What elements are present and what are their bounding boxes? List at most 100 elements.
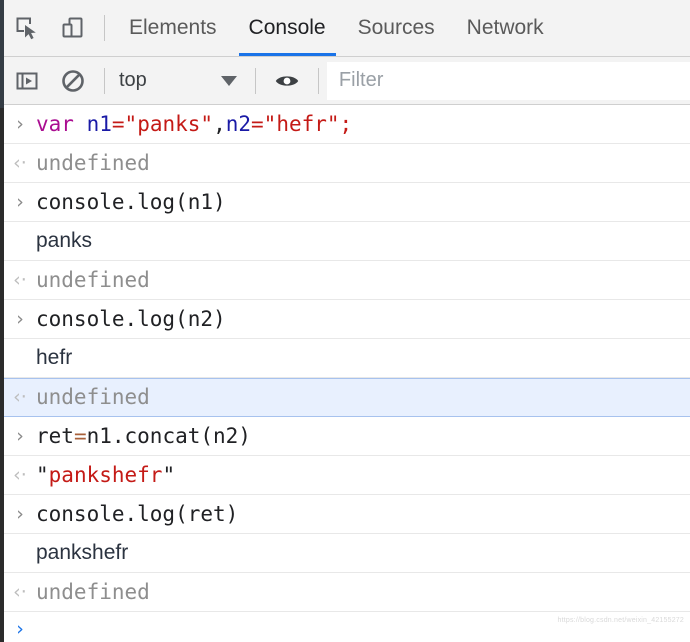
message-text: console.log(n2) bbox=[36, 306, 234, 332]
message-text: panks bbox=[36, 228, 100, 254]
watermark: https://blog.csdn.net/weixin_42155272 bbox=[557, 617, 684, 624]
message-token: undefined bbox=[36, 267, 150, 292]
input-marker-icon: › bbox=[16, 307, 24, 330]
message-text: hefr bbox=[36, 345, 80, 371]
tabbar-divider bbox=[104, 15, 105, 41]
message-text: pankshefr bbox=[36, 540, 136, 566]
console-message-row[interactable]: ‹· undefined bbox=[0, 144, 690, 183]
console-message-row[interactable]: ‹· undefined bbox=[0, 261, 690, 300]
message-token: hefr bbox=[36, 345, 73, 369]
console-message-row[interactable]: pankshefr bbox=[0, 534, 690, 573]
console-messages-container: › var n1="panks",n2="hefr"; ‹· undefined › co… bbox=[0, 105, 690, 612]
message-token: n2 bbox=[225, 111, 252, 136]
message-gutter: › bbox=[4, 307, 36, 330]
inspect-element-button[interactable] bbox=[4, 5, 50, 51]
message-gutter: › bbox=[4, 424, 36, 447]
console-message-row[interactable]: › console.log(ret) bbox=[0, 495, 690, 534]
message-token: = bbox=[73, 423, 87, 448]
message-token: pankshefr bbox=[48, 462, 163, 487]
output-marker-icon: ‹· bbox=[13, 463, 27, 486]
tab-sources[interactable]: Sources bbox=[342, 0, 451, 56]
message-text: undefined bbox=[36, 384, 158, 410]
console-message-row[interactable]: › console.log(n1) bbox=[0, 183, 690, 222]
message-text: var n1="panks",n2="hefr"; bbox=[36, 111, 360, 137]
input-marker-icon: › bbox=[16, 112, 24, 135]
filter-input[interactable] bbox=[326, 61, 690, 100]
message-token: = bbox=[111, 111, 125, 136]
message-text: console.log(n1) bbox=[36, 189, 234, 215]
message-token: console.log(n1) bbox=[36, 189, 226, 214]
toolbar-divider-2 bbox=[254, 67, 256, 94]
execution-context-selector[interactable]: top bbox=[113, 64, 247, 98]
message-token: " bbox=[162, 462, 176, 487]
message-token bbox=[74, 112, 87, 136]
message-token: ; bbox=[339, 111, 353, 136]
output-marker-icon: ‹· bbox=[13, 580, 27, 603]
tab-console[interactable]: Console bbox=[233, 0, 342, 56]
console-message-list[interactable]: › var n1="panks",n2="hefr"; ‹· undefined › co… bbox=[0, 105, 690, 642]
execution-context-label: top bbox=[119, 69, 147, 91]
message-gutter: › bbox=[4, 192, 36, 212]
toolbar-divider-1 bbox=[104, 67, 105, 94]
console-message-row[interactable]: › ret=n1.concat(n2) bbox=[0, 417, 690, 456]
message-gutter: ‹· bbox=[4, 151, 36, 174]
message-token: undefined bbox=[36, 150, 150, 175]
message-token: " bbox=[36, 462, 49, 487]
console-prompt-row[interactable]: › bbox=[0, 612, 690, 638]
toggle-device-toolbar-button[interactable] bbox=[50, 5, 96, 51]
message-gutter: › bbox=[4, 112, 36, 135]
output-marker-icon: ‹· bbox=[13, 268, 27, 291]
clear-console-button[interactable] bbox=[50, 58, 96, 104]
clear-console-icon bbox=[60, 68, 86, 94]
message-token: console.log(n2) bbox=[36, 306, 226, 331]
message-text: "pankshefr" bbox=[36, 462, 183, 488]
chevron-down-icon bbox=[220, 75, 237, 86]
console-message-row[interactable]: › var n1="panks",n2="hefr"; bbox=[0, 105, 690, 144]
message-gutter: › bbox=[4, 502, 36, 525]
input-marker-icon: › bbox=[16, 424, 24, 447]
tab-network[interactable]: Network bbox=[451, 0, 560, 56]
input-marker-icon: › bbox=[16, 502, 24, 525]
toolbar-divider-3 bbox=[317, 67, 319, 94]
message-token: = bbox=[251, 111, 264, 136]
message-token: , bbox=[213, 111, 226, 136]
message-text: undefined bbox=[36, 267, 158, 293]
console-message-row[interactable]: ‹· undefined bbox=[0, 573, 690, 612]
message-text: console.log(ret) bbox=[36, 501, 246, 527]
message-token: n1 bbox=[86, 111, 112, 136]
console-sidebar-toggle-button[interactable] bbox=[4, 58, 50, 104]
console-message-row[interactable]: ‹· undefined bbox=[0, 378, 690, 417]
tab-elements[interactable]: Elements bbox=[113, 0, 233, 56]
message-gutter: ‹· bbox=[4, 463, 36, 486]
console-message-row[interactable]: hefr bbox=[0, 339, 690, 378]
message-token: console.log(ret) bbox=[36, 501, 239, 526]
message-text: ret=n1.concat(n2) bbox=[36, 423, 259, 449]
console-message-row[interactable]: ‹· "pankshefr" bbox=[0, 456, 690, 495]
message-token: undefined bbox=[36, 385, 150, 410]
message-gutter: ‹· bbox=[4, 388, 36, 407]
message-token: ret bbox=[36, 423, 74, 448]
output-marker-icon: ‹· bbox=[13, 151, 27, 174]
live-expression-eye-icon bbox=[274, 68, 300, 94]
console-sidebar-toggle-icon bbox=[14, 68, 40, 94]
message-token: "panks" bbox=[124, 111, 214, 136]
message-token: panks bbox=[36, 228, 93, 252]
device-toggle-icon bbox=[60, 15, 86, 41]
message-gutter: ‹· bbox=[4, 268, 36, 291]
message-gutter: ‹· bbox=[4, 580, 36, 603]
console-toolbar: top bbox=[0, 57, 690, 105]
console-message-row[interactable]: panks bbox=[0, 222, 690, 261]
message-token: var bbox=[36, 111, 74, 136]
message-token: pankshefr bbox=[36, 540, 129, 564]
devtools-panel: Elements Console Sources Network top Fil… bbox=[0, 0, 690, 642]
message-text: undefined bbox=[36, 579, 158, 605]
devtools-tabbar: Elements Console Sources Network bbox=[0, 0, 690, 57]
console-message-row[interactable]: › console.log(n2) bbox=[0, 300, 690, 339]
output-marker-icon: ‹· bbox=[13, 386, 27, 408]
message-token: undefined bbox=[36, 579, 150, 604]
prompt-gutter: › bbox=[4, 612, 36, 638]
inspect-cursor-icon bbox=[14, 15, 40, 41]
prompt-caret-icon: › bbox=[16, 617, 24, 640]
create-live-expression-button[interactable] bbox=[264, 58, 310, 104]
message-token: n1.concat(n2) bbox=[86, 423, 251, 448]
